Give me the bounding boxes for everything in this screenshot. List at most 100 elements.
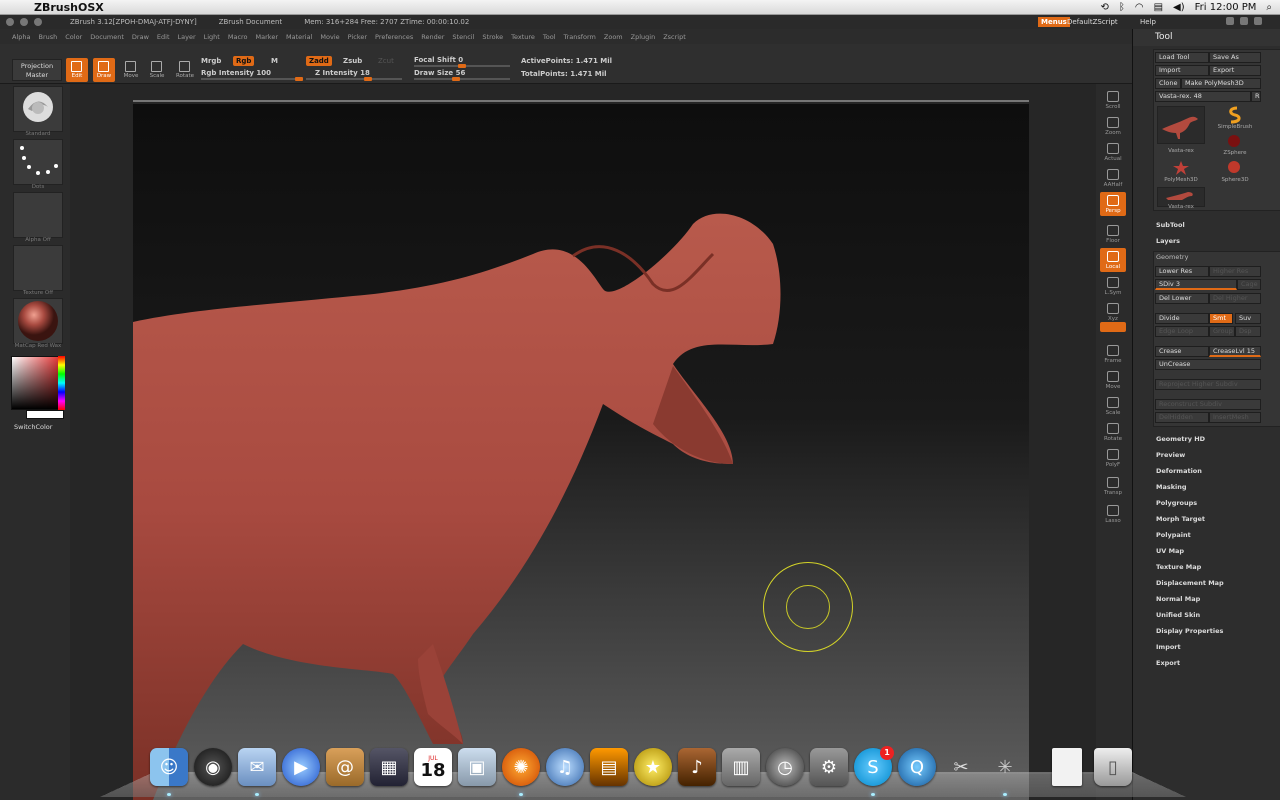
tool-thumb-vastarex[interactable] [1157, 106, 1205, 144]
menu-item[interactable]: Tool [543, 33, 556, 41]
timemachine-icon[interactable]: ⟲ [1100, 2, 1108, 13]
quicktime-icon[interactable]: Q [898, 748, 936, 786]
rgb-intensity-slider[interactable] [201, 77, 303, 81]
menu-item[interactable]: Marker [256, 33, 278, 41]
edge-loop-button[interactable]: Edge Loop [1155, 326, 1209, 337]
mail-icon[interactable]: ✉ [238, 748, 276, 786]
menu-item[interactable]: Alpha [12, 33, 30, 41]
secondary-color-swatch[interactable] [26, 410, 64, 419]
shelf-button-xyz[interactable]: Xyz [1100, 300, 1126, 324]
load-tool-button[interactable]: Load Tool [1155, 52, 1209, 63]
save-as-button[interactable]: Save As [1209, 52, 1261, 63]
address-book-icon[interactable]: @ [326, 748, 364, 786]
system-preferences-icon[interactable]: ⚙ [810, 748, 848, 786]
make-polymesh-button[interactable]: Make PolyMesh3D [1181, 78, 1261, 89]
menu-item[interactable]: Transform [564, 33, 596, 41]
shelf-button-actual[interactable]: Actual [1100, 140, 1126, 164]
rgb-button[interactable]: Rgb [233, 56, 255, 66]
reconstruct-subdiv-button[interactable]: Reconstruct Subdiv [1155, 399, 1261, 410]
shelf-button-frame[interactable]: Frame [1100, 342, 1126, 366]
palette-section-unified-skin[interactable]: Unified Skin [1156, 611, 1200, 619]
menu-item[interactable]: Preferences [375, 33, 413, 41]
help-button[interactable]: Help [1140, 18, 1156, 26]
palette-section-import[interactable]: Import [1156, 643, 1181, 651]
tool-palette-header[interactable]: Tool [1133, 29, 1280, 46]
shelf-button-aahalf[interactable]: AAHalf [1100, 166, 1126, 190]
shelf-button-persp[interactable]: Persp [1100, 192, 1126, 216]
import-button[interactable]: Import [1155, 65, 1209, 76]
itunes-icon[interactable]: ♫ [546, 748, 584, 786]
divide-button[interactable]: Divide [1155, 313, 1209, 324]
zsub-button[interactable]: Zsub [343, 57, 362, 65]
volume-icon[interactable]: ◀) [1173, 2, 1185, 13]
menu-item[interactable]: Texture [511, 33, 535, 41]
clone-button[interactable]: Clone [1155, 78, 1181, 89]
palette-section-deformation[interactable]: Deformation [1156, 467, 1202, 475]
utility-tools-icon[interactable]: ✂ [942, 748, 980, 786]
palette-section-geometry-hd[interactable]: Geometry HD [1156, 435, 1205, 443]
spotlight-icon[interactable]: ⌕ [1266, 2, 1272, 13]
sdiv-slider[interactable]: SDiv 3 [1155, 279, 1237, 290]
z-intensity-slider[interactable] [306, 77, 402, 81]
crease-level-slider[interactable]: CreaseLvl 15 [1209, 346, 1261, 357]
spaces-icon[interactable]: ▦ [370, 748, 408, 786]
slider-handle[interactable] [452, 77, 460, 81]
move-button[interactable]: Move [120, 58, 142, 82]
shelf-button-scroll[interactable]: Scroll [1100, 88, 1126, 112]
zcut-button[interactable]: Zcut [378, 57, 394, 65]
shelf-button-lasso[interactable]: Lasso [1100, 502, 1126, 526]
menu-item[interactable]: Document [90, 33, 124, 41]
texture-selector[interactable] [13, 245, 63, 291]
cage-button[interactable]: Cage [1237, 279, 1261, 290]
alpha-selector[interactable] [13, 192, 63, 238]
slider-handle[interactable] [364, 77, 373, 81]
del-higher-button[interactable]: Del Higher [1209, 293, 1261, 304]
hue-slider[interactable] [58, 356, 65, 410]
shelf-button-zoom[interactable]: Zoom [1100, 114, 1126, 138]
shelf-button-local[interactable]: Local [1100, 248, 1126, 272]
mrgb-button[interactable]: Mrgb [201, 57, 221, 65]
subtool-section[interactable]: SubTool [1156, 221, 1185, 229]
rotate-button[interactable]: Rotate [174, 58, 196, 82]
close-icon[interactable] [6, 18, 14, 26]
scale-button[interactable]: Scale [146, 58, 168, 82]
higher-res-button[interactable]: Higher Res [1209, 266, 1261, 277]
trash-icon[interactable]: ▯ [1094, 748, 1132, 786]
polymesh-icon[interactable] [1173, 160, 1189, 175]
menu-item[interactable]: Layer [178, 33, 196, 41]
iphoto-icon[interactable]: ▤ [590, 748, 628, 786]
del-lower-button[interactable]: Del Lower [1155, 293, 1209, 304]
menu-item[interactable]: Stroke [482, 33, 503, 41]
app-name[interactable]: ZBrushOSX [34, 1, 104, 14]
palette-section-polygroups[interactable]: Polygroups [1156, 499, 1197, 507]
menu-item[interactable]: Stencil [452, 33, 474, 41]
insertmesh-button[interactable]: InsertMesh [1209, 412, 1261, 423]
slider-handle[interactable] [295, 77, 303, 81]
edit-button[interactable]: Edit [66, 58, 88, 82]
expose-icon[interactable]: ▥ [722, 748, 760, 786]
current-tool-slider[interactable]: Vasta-rex. 48 [1155, 91, 1251, 102]
menu-item[interactable]: Color [65, 33, 82, 41]
brush-selector[interactable] [13, 86, 63, 132]
menu-item[interactable]: Material [286, 33, 312, 41]
r-button[interactable]: R [1251, 91, 1261, 102]
palette-section-displacement-map[interactable]: Displacement Map [1156, 579, 1224, 587]
document-stack-icon[interactable] [1052, 748, 1082, 786]
color-picker[interactable] [11, 356, 65, 410]
document-canvas[interactable] [133, 104, 1029, 800]
flag-icon[interactable]: ▤ [1154, 2, 1163, 13]
shelf-button-scale[interactable]: Scale [1100, 394, 1126, 418]
shelf-button-lock[interactable] [1100, 322, 1126, 332]
menu-item[interactable]: Light [204, 33, 220, 41]
zbrush-dock-icon[interactable]: ✳ [986, 748, 1024, 786]
switch-color-button[interactable]: SwitchColor [14, 423, 52, 431]
ical-icon[interactable]: JUL 18 [414, 748, 452, 786]
stroke-selector[interactable] [13, 139, 63, 185]
minimize-icon[interactable] [20, 18, 28, 26]
palette-section-uv-map[interactable]: UV Map [1156, 547, 1184, 555]
draw-size-slider[interactable] [414, 77, 510, 81]
material-selector[interactable] [13, 298, 63, 344]
focal-shift-slider[interactable] [414, 64, 510, 68]
menu-item[interactable]: Macro [228, 33, 248, 41]
delhidden-button[interactable]: DelHidden [1155, 412, 1209, 423]
